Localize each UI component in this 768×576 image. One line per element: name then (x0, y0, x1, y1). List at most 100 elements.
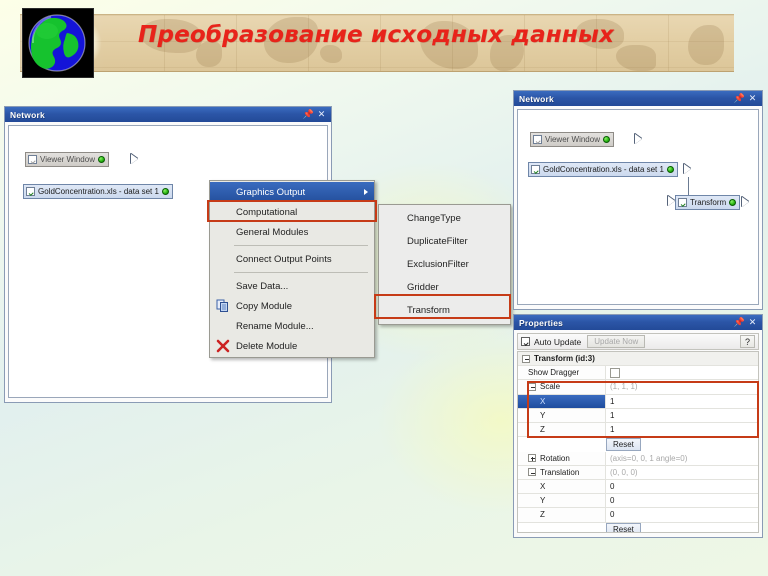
property-name: Z (518, 422, 606, 437)
property-name-label: Scale (540, 382, 561, 392)
close-icon[interactable]: ✕ (315, 109, 328, 120)
network-node-viewer-window[interactable]: Viewer Window (25, 152, 109, 167)
table-row[interactable]: Rotation (axis=0, 0, 1 angle=0) (518, 451, 758, 466)
property-group-label: Transform (id:3) (534, 354, 595, 364)
output-port-icon[interactable] (684, 164, 692, 175)
computational-submenu[interactable]: ChangeType DuplicateFilter ExclusionFilt… (378, 204, 511, 325)
submenu-item-changetype[interactable]: ChangeType (379, 207, 510, 230)
submenu-item-transform[interactable]: Transform (379, 299, 510, 322)
menu-separator (234, 272, 368, 273)
property-value[interactable]: 1 (606, 423, 758, 436)
menu-item-delete-module[interactable]: Delete Module (210, 336, 374, 356)
node-label: GoldConcentration.xls - data set 1 (543, 165, 664, 174)
network-canvas[interactable]: Viewer Window GoldConcentration.xls - da… (517, 109, 759, 305)
pin-icon[interactable]: 📌 (302, 109, 315, 120)
node-checkbox[interactable] (533, 135, 542, 144)
table-row[interactable]: Z 0 (518, 508, 758, 523)
table-row[interactable]: Translation (0, 0, 0) (518, 465, 758, 480)
collapse-toggle-icon[interactable] (528, 382, 536, 391)
property-value[interactable] (606, 366, 758, 379)
property-value: (1, 1, 1) (610, 382, 638, 392)
node-label: Transform (690, 198, 727, 207)
menu-item-label: Rename Module... (236, 320, 314, 332)
translation-reset-button[interactable]: Reset (606, 523, 641, 532)
property-name: Translation (518, 465, 606, 479)
node-checkbox[interactable] (26, 187, 35, 196)
output-port-icon[interactable] (635, 134, 643, 145)
map-silhouette (616, 45, 656, 71)
node-checkbox[interactable] (678, 198, 687, 207)
collapse-toggle-icon[interactable] (528, 468, 536, 477)
table-row[interactable]: Z 1 (518, 422, 758, 438)
node-checkbox[interactable] (531, 165, 540, 174)
network-node-transform[interactable]: Transform (675, 195, 741, 210)
menu-item-rename-module[interactable]: Rename Module... (210, 316, 374, 336)
property-value[interactable]: 1 (606, 395, 758, 408)
table-row[interactable]: Scale (1, 1, 1) (518, 380, 758, 395)
network-node-viewer-window[interactable]: Viewer Window (530, 132, 614, 147)
output-port-icon[interactable] (742, 197, 750, 208)
property-name: Show Dragger (518, 366, 606, 380)
menu-item-label: Delete Module (236, 340, 298, 352)
help-button[interactable]: ? (740, 335, 755, 348)
submenu-item-gridder[interactable]: Gridder (379, 276, 510, 299)
table-row[interactable]: Reset (518, 437, 758, 452)
property-name-label: Translation (540, 467, 580, 477)
network-window-title: Network (10, 109, 45, 120)
menu-item-copy-module[interactable]: Copy Module (210, 296, 374, 316)
table-row[interactable]: Y 0 (518, 494, 758, 509)
auto-update-checkbox[interactable] (521, 337, 530, 346)
property-name: Z (518, 508, 606, 522)
menu-item-label: Computational (236, 206, 298, 218)
input-port-icon[interactable] (667, 196, 675, 207)
property-name: Rotation (518, 451, 606, 465)
collapse-toggle-icon[interactable] (522, 354, 530, 363)
menu-item-save-data[interactable]: Save Data... (210, 276, 374, 296)
update-now-button[interactable]: Update Now (587, 335, 646, 348)
menu-item-graphics-output[interactable]: Graphics Output (210, 182, 374, 202)
menu-item-label: Connect Output Points (236, 253, 332, 265)
network-node-goldconcentration[interactable]: GoldConcentration.xls - data set 1 (528, 162, 678, 177)
menu-item-general-modules[interactable]: General Modules (210, 222, 374, 242)
properties-grid[interactable]: Transform (id:3) Show Dragger Scale (1, … (517, 351, 759, 533)
pin-icon[interactable]: 📌 (733, 317, 746, 328)
close-icon[interactable]: ✕ (746, 93, 759, 104)
table-row[interactable]: Y 1 (518, 408, 758, 423)
property-value[interactable]: 0 (606, 494, 758, 507)
node-label: Viewer Window (40, 155, 95, 164)
show-dragger-checkbox[interactable] (610, 367, 620, 378)
network-node-goldconcentration[interactable]: GoldConcentration.xls - data set 1 (23, 184, 173, 199)
node-checkbox[interactable] (28, 155, 37, 164)
green-status-dot (602, 136, 610, 143)
node-label: Viewer Window (545, 135, 600, 144)
menu-item-computational[interactable]: Computational (210, 202, 374, 222)
close-icon[interactable]: ✕ (746, 317, 759, 328)
properties-titlebar: Properties 📌 ✕ (514, 315, 762, 330)
property-value: (axis=0, 0, 1 angle=0) (610, 453, 688, 463)
menu-item-label: Save Data... (236, 280, 289, 292)
copy-icon (216, 299, 230, 313)
submenu-item-duplicatefilter[interactable]: DuplicateFilter (379, 230, 510, 253)
property-name-label: Rotation (540, 453, 570, 463)
property-group-transform[interactable]: Transform (id:3) (518, 352, 758, 367)
pin-icon[interactable]: 📌 (733, 93, 746, 104)
module-context-menu[interactable]: Graphics Output Computational General Mo… (209, 180, 375, 358)
table-row[interactable]: X 1 (518, 394, 758, 409)
scale-reset-button[interactable]: Reset (606, 437, 641, 451)
expand-toggle-icon[interactable] (528, 454, 536, 463)
property-value[interactable]: 0 (606, 508, 758, 521)
table-row[interactable]: Reset (518, 523, 758, 532)
table-row[interactable]: X 0 (518, 480, 758, 495)
property-value[interactable]: 0 (606, 480, 758, 493)
properties-title: Properties (519, 317, 564, 328)
property-value: (0, 0, 0) (610, 467, 638, 477)
green-status-dot (729, 199, 737, 206)
menu-item-connect-output-points[interactable]: Connect Output Points (210, 249, 374, 269)
property-value[interactable]: 1 (606, 409, 758, 422)
submenu-item-label: Gridder (407, 282, 439, 293)
table-row[interactable]: Show Dragger (518, 366, 758, 381)
output-port-icon[interactable] (131, 154, 139, 165)
submenu-item-label: ChangeType (407, 213, 461, 224)
auto-update-label: Auto Update (534, 336, 582, 347)
submenu-item-exclusionfilter[interactable]: ExclusionFilter (379, 253, 510, 276)
